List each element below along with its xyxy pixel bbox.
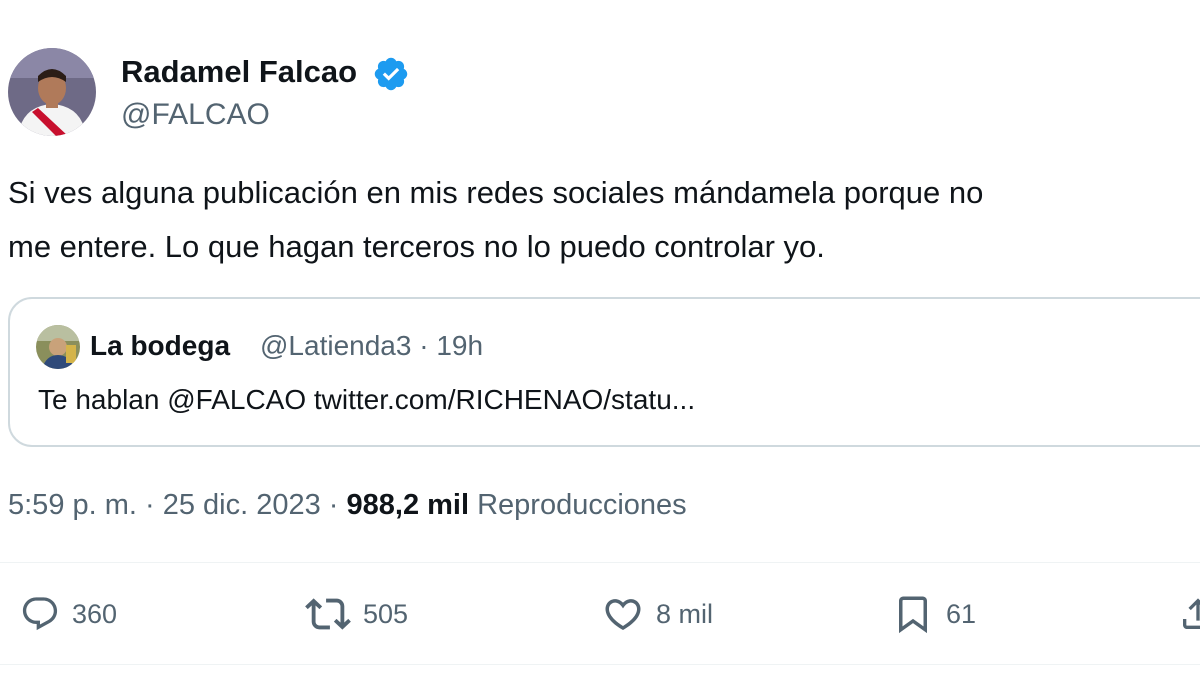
bookmark-button[interactable]: 61 xyxy=(892,590,976,638)
verified-badge-icon xyxy=(374,57,408,91)
tweet-timestamp[interactable]: 5:59 p. m. · 25 dic. 2023 · xyxy=(8,489,347,521)
reply-button[interactable]: 360 xyxy=(20,590,117,638)
divider xyxy=(0,562,1200,563)
quoted-author-avatar[interactable] xyxy=(36,325,80,369)
bookmark-count: 61 xyxy=(946,599,977,629)
bookmark-icon xyxy=(899,596,927,634)
tweet-metadata: 5:59 p. m. · 25 dic. 2023 · 988,2 mil Re… xyxy=(8,486,687,524)
views-count: 988,2 mil xyxy=(346,489,470,521)
views-label: Reproducciones xyxy=(469,489,687,521)
like-count: 8 mil xyxy=(656,599,714,629)
quoted-tweet-text: Te hablan @FALCAO twitter.com/RICHENAO/s… xyxy=(38,384,696,415)
author-display-name[interactable]: Radamel Falcao xyxy=(121,52,357,92)
like-icon xyxy=(605,599,641,631)
share-button[interactable] xyxy=(1178,590,1200,638)
tweet-detail: Radamel Falcao @FALCAO Si ves alguna pub… xyxy=(0,0,1200,676)
author-handle[interactable]: @FALCAO xyxy=(121,96,270,134)
tweet-text-line: me entere. Lo que hagan terceros no lo p… xyxy=(8,229,825,264)
reply-count: 360 xyxy=(72,599,118,629)
repost-count: 505 xyxy=(363,599,409,629)
quoted-author-display-name[interactable]: La bodega xyxy=(90,328,230,364)
quoted-author-handle-time[interactable]: @Latienda3 · 19h xyxy=(260,328,483,364)
tweet-text-line: Si ves alguna publicación en mis redes s… xyxy=(8,175,984,210)
repost-icon xyxy=(305,598,351,630)
share-icon xyxy=(1183,598,1200,629)
tweet-text: Si ves alguna publicación en mis redes s… xyxy=(8,166,1200,274)
quoted-tweet-card[interactable]: La bodega @Latienda3 · 19h Te hablan @FA… xyxy=(8,297,1200,447)
like-button[interactable]: 8 mil xyxy=(602,590,713,638)
divider xyxy=(0,664,1200,665)
repost-button[interactable]: 505 xyxy=(305,590,408,638)
author-avatar[interactable] xyxy=(8,48,96,136)
reply-icon xyxy=(22,597,58,631)
